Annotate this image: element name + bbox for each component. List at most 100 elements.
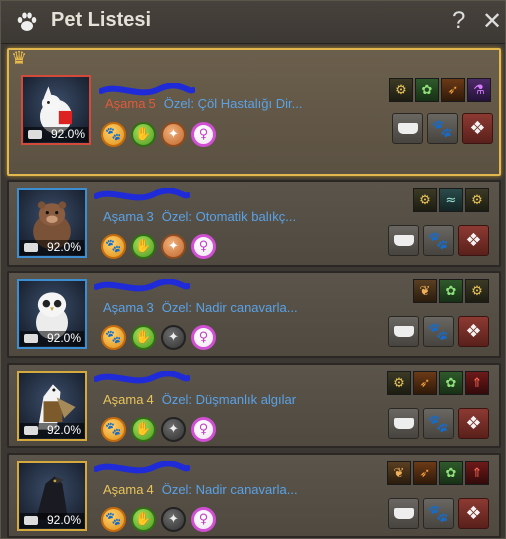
buff-icon[interactable]: ≈ — [439, 188, 463, 212]
gift-button[interactable]: ❖ — [458, 498, 489, 529]
action-buttons: 🐾 ❖ — [388, 408, 489, 439]
buff-list: ❦ ✿ ⚙ — [413, 279, 489, 303]
crown-icon: ♛ — [11, 48, 28, 69]
gift-button[interactable]: ❖ — [458, 316, 489, 347]
feed-button[interactable] — [388, 408, 419, 439]
skill-icon[interactable]: ✦ — [161, 417, 186, 442]
skill-icon[interactable]: ✋ — [131, 234, 156, 259]
feed-button[interactable] — [388, 498, 419, 529]
stage-label: Aşama — [103, 209, 144, 224]
special-text: Nadir canavarla... — [195, 482, 298, 497]
special-label: Özel: — [161, 209, 193, 224]
pet-card[interactable]: 92.0% Aşama 4 Özel: Nadir canavarla... 🐾 ✋ ✦… — [7, 453, 501, 538]
feed-bowl-icon — [393, 508, 414, 519]
stage-number: 3 — [146, 209, 154, 224]
skill-icon[interactable]: ✋ — [131, 325, 156, 350]
skill-list: 🐾 ✋ ✦ ♀ — [101, 507, 216, 532]
pet-info-button[interactable]: 🐾 — [423, 408, 454, 439]
skill-icon[interactable]: ♀ — [191, 122, 216, 147]
buff-icon[interactable]: ⇑ — [465, 461, 489, 485]
skill-icon[interactable]: 🐾 — [101, 122, 126, 147]
skill-icon[interactable]: ✦ — [161, 325, 186, 350]
stage-line: Aşama 4 Özel: Düşmanlık algılar — [103, 392, 296, 407]
buff-icon[interactable]: ⚙ — [387, 371, 411, 395]
buff-icon[interactable]: ➶ — [413, 461, 437, 485]
action-buttons: 🐾 ❖ — [388, 498, 489, 529]
paw-icon: 🐾 — [427, 321, 450, 342]
stage-line: Aşama 3 Özel: Nadir canavarla... — [103, 300, 298, 315]
stage-number: 4 — [146, 482, 154, 497]
pet-card[interactable]: 92.0% Aşama 3 Özel: Otomatik balıkç... 🐾 ✋ ✦… — [7, 180, 501, 267]
pet-info-button[interactable]: 🐾 — [423, 225, 454, 256]
pet-portrait[interactable]: 92.0% — [17, 188, 87, 258]
action-buttons: 🐾 ❖ — [392, 113, 493, 144]
buff-icon[interactable]: ⚙ — [465, 188, 489, 212]
skill-icon[interactable]: ✦ — [161, 507, 186, 532]
action-buttons: 🐾 ❖ — [388, 316, 489, 347]
skill-icon[interactable]: ✦ — [161, 234, 186, 259]
buff-icon[interactable]: ⚙ — [465, 279, 489, 303]
pet-portrait[interactable]: 92.0% — [17, 279, 87, 349]
help-button[interactable]: ? — [452, 7, 465, 35]
skill-icon[interactable]: ♀ — [191, 325, 216, 350]
paw-icon: 🐾 — [427, 413, 450, 434]
food-meter: 92.0% — [24, 127, 88, 142]
food-percent: 92.0% — [46, 331, 81, 345]
stage-label: Aşama — [103, 482, 144, 497]
skill-icon[interactable]: ♀ — [191, 507, 216, 532]
special-text: Nadir canavarla... — [195, 300, 298, 315]
pet-portrait[interactable]: 92.0% — [17, 371, 87, 441]
special-label: Özel: — [163, 96, 195, 111]
feed-button[interactable] — [388, 316, 419, 347]
skill-icon[interactable]: ♀ — [191, 417, 216, 442]
title-bar[interactable]: Pet Listesi ? ✕ — [1, 1, 505, 44]
gift-button[interactable]: ❖ — [458, 408, 489, 439]
feed-button[interactable] — [388, 225, 419, 256]
skill-icon[interactable]: 🐾 — [101, 234, 126, 259]
gift-button[interactable]: ❖ — [458, 225, 489, 256]
pet-portrait[interactable]: 92.0% — [17, 461, 87, 531]
redacted-name-scribble — [94, 461, 190, 474]
skill-icon[interactable]: ♀ — [191, 234, 216, 259]
pet-info-button[interactable]: 🐾 — [423, 498, 454, 529]
skill-icon[interactable]: ✋ — [131, 122, 156, 147]
pet-card[interactable]: ♛ 92.0% Aşama 5 Özel: Çöl Hastalığı Dir...… — [7, 48, 501, 176]
skill-icon[interactable]: 🐾 — [101, 417, 126, 442]
gift-button[interactable]: ❖ — [462, 113, 493, 144]
feed-button[interactable] — [392, 113, 423, 144]
skill-icon[interactable]: ✦ — [161, 122, 186, 147]
buff-icon[interactable]: ✿ — [439, 461, 463, 485]
buff-icon[interactable]: ❦ — [387, 461, 411, 485]
skill-icon[interactable]: ✋ — [131, 507, 156, 532]
buff-icon[interactable]: ✿ — [439, 371, 463, 395]
stage-label: Aşama — [103, 300, 144, 315]
buff-icon[interactable]: ✿ — [439, 279, 463, 303]
buff-icon[interactable]: ➶ — [441, 78, 465, 102]
close-button[interactable]: ✕ — [482, 7, 502, 35]
food-bowl-icon — [24, 243, 38, 252]
special-label: Özel: — [161, 300, 193, 315]
paw-icon: 🐾 — [427, 503, 450, 524]
skill-icon[interactable]: ✋ — [131, 417, 156, 442]
buff-icon[interactable]: ⚙ — [389, 78, 413, 102]
skill-list: 🐾 ✋ ✦ ♀ — [101, 417, 216, 442]
buff-list: ❦ ➶ ✿ ⇑ — [387, 461, 489, 485]
buff-icon[interactable]: ➶ — [413, 371, 437, 395]
skill-icon[interactable]: 🐾 — [101, 325, 126, 350]
food-percent: 92.0% — [46, 240, 81, 254]
pet-info-button[interactable]: 🐾 — [427, 113, 458, 144]
buff-icon[interactable]: ✿ — [415, 78, 439, 102]
buff-icon[interactable]: ❦ — [413, 279, 437, 303]
buff-icon[interactable]: ⚙ — [413, 188, 437, 212]
skill-icon[interactable]: 🐾 — [101, 507, 126, 532]
stage-line: Aşama 5 Özel: Çöl Hastalığı Dir... — [105, 96, 302, 111]
pet-card[interactable]: 92.0% Aşama 4 Özel: Düşmanlık algılar 🐾 ✋ ✦ ♀… — [7, 363, 501, 448]
paw-icon: 🐾 — [427, 230, 450, 251]
special-text: Düşmanlık algılar — [195, 392, 297, 407]
buff-icon[interactable]: ⇑ — [465, 371, 489, 395]
pet-card[interactable]: 92.0% Aşama 3 Özel: Nadir canavarla... 🐾 ✋ ✦… — [7, 271, 501, 358]
action-buttons: 🐾 ❖ — [388, 225, 489, 256]
buff-icon[interactable]: ⚗ — [467, 78, 491, 102]
pet-info-button[interactable]: 🐾 — [423, 316, 454, 347]
pet-portrait[interactable]: 92.0% — [21, 75, 91, 145]
